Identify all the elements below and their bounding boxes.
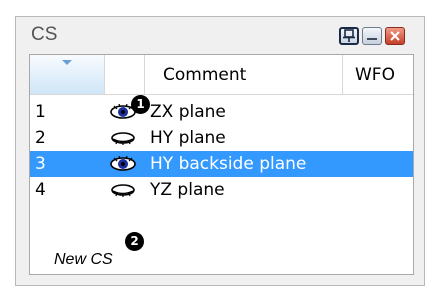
title-bar: CS — [16, 17, 424, 53]
grid-header: Comment WFO — [30, 55, 413, 95]
cs-grid: Comment WFO 1 ZX plane 2 HY plane 3 HY b… — [29, 54, 414, 275]
row-comment: HY plane — [150, 128, 226, 148]
table-row[interactable]: 2 HY plane — [30, 125, 413, 151]
row-comment: YZ plane — [150, 180, 225, 200]
table-row[interactable]: 1 ZX plane — [30, 99, 413, 125]
minimize-button[interactable] — [362, 27, 382, 45]
minimize-icon — [367, 38, 377, 40]
table-row-selected[interactable]: 3 HY backside plane — [30, 151, 413, 177]
close-button[interactable] — [385, 27, 405, 45]
cs-panel: CS Comment WFO 1 ZX plane 2 HY plane 3 H… — [15, 16, 425, 286]
callout-badge-1: 1 — [131, 95, 150, 114]
eye-open-icon[interactable] — [110, 156, 136, 172]
callout-badge-2: 2 — [125, 232, 144, 251]
column-header-wfo[interactable]: WFO — [343, 55, 413, 94]
column-header-comment[interactable]: Comment — [145, 55, 343, 94]
table-row[interactable]: 4 YZ plane — [30, 177, 413, 203]
visibility-column-header[interactable] — [105, 55, 145, 94]
row-number: 3 — [35, 154, 46, 174]
row-comment: HY backside plane — [150, 154, 307, 174]
new-cs-row[interactable]: New CS — [54, 251, 113, 269]
sort-indicator-icon — [62, 60, 72, 65]
pin-icon — [343, 29, 355, 42]
eye-closed-icon[interactable] — [110, 130, 136, 146]
close-icon — [390, 31, 400, 41]
row-comment: ZX plane — [150, 102, 226, 122]
row-number: 1 — [35, 102, 46, 122]
row-number: 4 — [35, 180, 46, 200]
select-all-header[interactable] — [30, 55, 105, 94]
pin-button[interactable] — [339, 27, 359, 45]
eye-closed-icon[interactable] — [110, 182, 136, 198]
panel-title: CS — [31, 24, 58, 45]
row-number: 2 — [35, 128, 46, 148]
